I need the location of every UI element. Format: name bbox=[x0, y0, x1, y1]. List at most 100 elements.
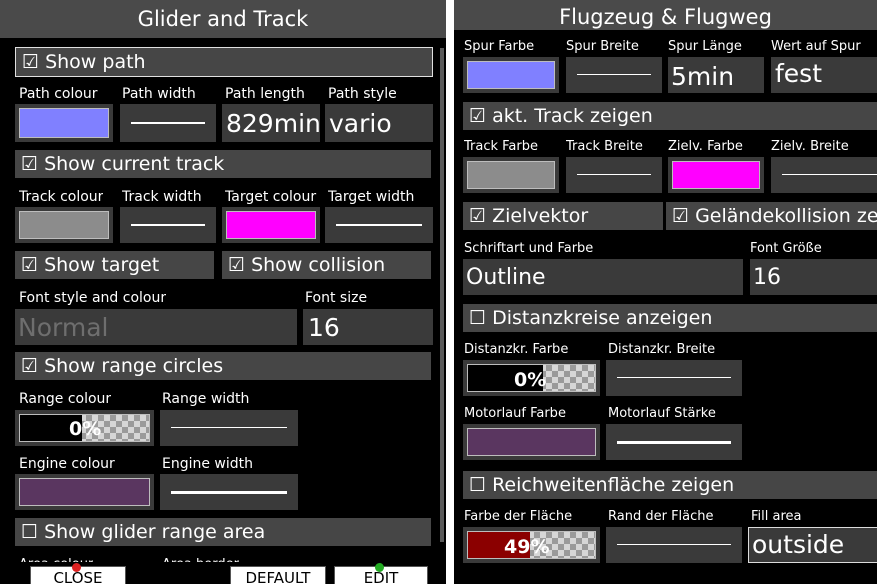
fill-area-field[interactable]: outside bbox=[748, 527, 877, 563]
fill-area-value: outside bbox=[752, 530, 845, 559]
zielv-breite-label: Zielv. Breite bbox=[771, 139, 849, 154]
range-width-line bbox=[171, 427, 287, 428]
path-length-field[interactable]: 829min bbox=[222, 104, 320, 142]
distanz-breite-selector[interactable] bbox=[606, 360, 742, 396]
distanz-transparency-pct: 0% bbox=[514, 369, 547, 391]
target-colour-picker[interactable] bbox=[222, 207, 320, 243]
font-style-value: Normal bbox=[18, 313, 109, 342]
spur-colour-swatch bbox=[467, 61, 555, 89]
target-colour-label: Target colour bbox=[225, 189, 317, 205]
path-colour-label: Path colour bbox=[19, 86, 98, 102]
show-path-checkbox[interactable]: ☑ Show path bbox=[15, 47, 433, 77]
engine-width-selector[interactable] bbox=[160, 474, 298, 510]
path-colour-picker[interactable] bbox=[15, 104, 113, 142]
font-style-label: Font style and colour bbox=[19, 290, 167, 306]
path-colour-swatch bbox=[19, 108, 109, 138]
show-current-track-checkbox[interactable]: ☑ Show current track bbox=[15, 150, 431, 178]
target-width-label: Target width bbox=[328, 189, 415, 205]
reichweitenflaeche-checkbox[interactable]: ☐ Reichweitenfläche zeigen bbox=[463, 471, 877, 499]
zielv-breite-selector[interactable] bbox=[771, 157, 877, 193]
motor-farbe-swatch bbox=[467, 428, 596, 456]
spur-breite-selector[interactable] bbox=[566, 57, 662, 93]
schriftart-value: Outline bbox=[466, 265, 546, 290]
wert-auf-spur-field[interactable]: fest bbox=[771, 57, 877, 93]
page-title: Glider and Track bbox=[0, 0, 446, 38]
track-breite-line bbox=[577, 174, 651, 175]
zielv-farbe-swatch bbox=[672, 161, 760, 189]
track-breite-selector[interactable] bbox=[566, 157, 662, 193]
spur-farbe-label: Spur Farbe bbox=[464, 39, 535, 54]
track-width-line bbox=[131, 224, 205, 226]
show-glider-range-checkbox[interactable]: ☐ Show glider range area bbox=[15, 518, 431, 546]
motor-staerke-label: Motorlauf Stärke bbox=[608, 406, 716, 421]
check-icon bbox=[375, 563, 384, 572]
path-length-label: Path length bbox=[225, 86, 305, 102]
distanz-farbe-picker[interactable]: 0% bbox=[463, 360, 600, 396]
distanz-farbe-swatch: 0% bbox=[467, 364, 596, 392]
target-width-line bbox=[336, 224, 422, 226]
left-settings-panel: Glider and Track ☑ Show path Path colour… bbox=[0, 0, 446, 584]
path-width-line bbox=[131, 122, 205, 124]
distanz-farbe-label: Distanzkr. Farbe bbox=[464, 342, 569, 357]
font-groesse-value: 16 bbox=[753, 265, 781, 290]
show-collision-checkbox[interactable]: ☑ Show collision bbox=[222, 251, 431, 279]
font-size-value: 16 bbox=[308, 313, 340, 342]
path-width-label: Path width bbox=[122, 86, 196, 102]
motor-staerke-line bbox=[617, 441, 731, 444]
schriftart-label: Schriftart und Farbe bbox=[464, 241, 594, 256]
track-colour-label: Track colour bbox=[19, 189, 104, 205]
track-farbe-picker[interactable] bbox=[463, 157, 559, 193]
default-button[interactable]: DEFAULT bbox=[230, 566, 326, 584]
distanz-breite-line bbox=[617, 377, 731, 378]
show-target-checkbox[interactable]: ☑ Show target bbox=[15, 251, 214, 279]
track-colour-swatch bbox=[19, 211, 109, 239]
spur-breite-label: Spur Breite bbox=[566, 39, 639, 54]
track-width-selector[interactable] bbox=[120, 207, 216, 243]
font-groesse-field[interactable]: 16 bbox=[750, 259, 877, 295]
scrollbar[interactable] bbox=[440, 48, 444, 542]
distanzkreise-checkbox[interactable]: ☐ Distanzkreise anzeigen bbox=[463, 304, 877, 332]
font-style-field[interactable]: Normal bbox=[15, 309, 297, 345]
wert-auf-spur-value: fest bbox=[775, 59, 823, 88]
target-width-selector[interactable] bbox=[325, 207, 433, 243]
font-size-label: Font size bbox=[305, 290, 368, 306]
zielv-farbe-label: Zielv. Farbe bbox=[668, 139, 743, 154]
page-title-de: Flugzeug & Flugweg bbox=[454, 0, 877, 30]
schriftart-field[interactable]: Outline bbox=[463, 259, 743, 295]
track-width-label: Track width bbox=[122, 189, 202, 205]
farbe-der-flaeche-label: Farbe der Fläche bbox=[464, 509, 573, 524]
engine-width-label: Engine width bbox=[162, 456, 254, 472]
spur-laenge-field[interactable]: 5min bbox=[668, 57, 764, 93]
flaeche-farbe-picker[interactable]: 49% bbox=[463, 527, 600, 563]
zielv-breite-line bbox=[782, 174, 877, 175]
akt-track-checkbox[interactable]: ☑ akt. Track zeigen bbox=[463, 102, 877, 130]
font-size-field[interactable]: 16 bbox=[303, 309, 433, 345]
distanz-breite-label: Distanzkr. Breite bbox=[608, 342, 716, 357]
wert-auf-spur-label: Wert auf Spur bbox=[771, 39, 861, 54]
right-settings-panel: Flugzeug & Flugweg Spur Farbe Spur Breit… bbox=[454, 0, 877, 584]
zielv-farbe-picker[interactable] bbox=[668, 157, 764, 193]
range-width-selector[interactable] bbox=[160, 410, 298, 446]
show-range-circles-checkbox[interactable]: ☑ Show range circles bbox=[15, 352, 431, 380]
motor-staerke-selector[interactable] bbox=[606, 424, 742, 460]
spur-colour-picker[interactable] bbox=[463, 57, 559, 93]
path-width-selector[interactable] bbox=[120, 104, 216, 142]
edit-button[interactable]: EDIT bbox=[334, 563, 428, 584]
engine-colour-label: Engine colour bbox=[19, 456, 115, 472]
area-colour-label: Area colour bbox=[19, 556, 93, 562]
path-style-field[interactable]: vario bbox=[325, 104, 433, 142]
range-colour-label: Range colour bbox=[19, 391, 112, 407]
spur-laenge-value: 5min bbox=[671, 62, 735, 91]
track-breite-label: Track Breite bbox=[566, 139, 643, 154]
path-length-value: 829min bbox=[226, 109, 320, 138]
range-colour-picker[interactable]: 0% bbox=[15, 410, 154, 446]
area-border-label: Area border bbox=[162, 556, 239, 562]
rand-der-flaeche-selector[interactable] bbox=[606, 527, 742, 563]
font-groesse-label: Font Größe bbox=[750, 241, 822, 256]
zielvektor-checkbox[interactable]: ☑ Zielvektor bbox=[463, 202, 663, 230]
motor-farbe-picker[interactable] bbox=[463, 424, 600, 460]
engine-colour-picker[interactable] bbox=[15, 474, 154, 510]
gelaendekollision-checkbox[interactable]: ☑ Geländekollision zeigen bbox=[666, 202, 877, 230]
close-button[interactable]: CLOSE bbox=[30, 563, 126, 584]
track-colour-picker[interactable] bbox=[15, 207, 113, 243]
